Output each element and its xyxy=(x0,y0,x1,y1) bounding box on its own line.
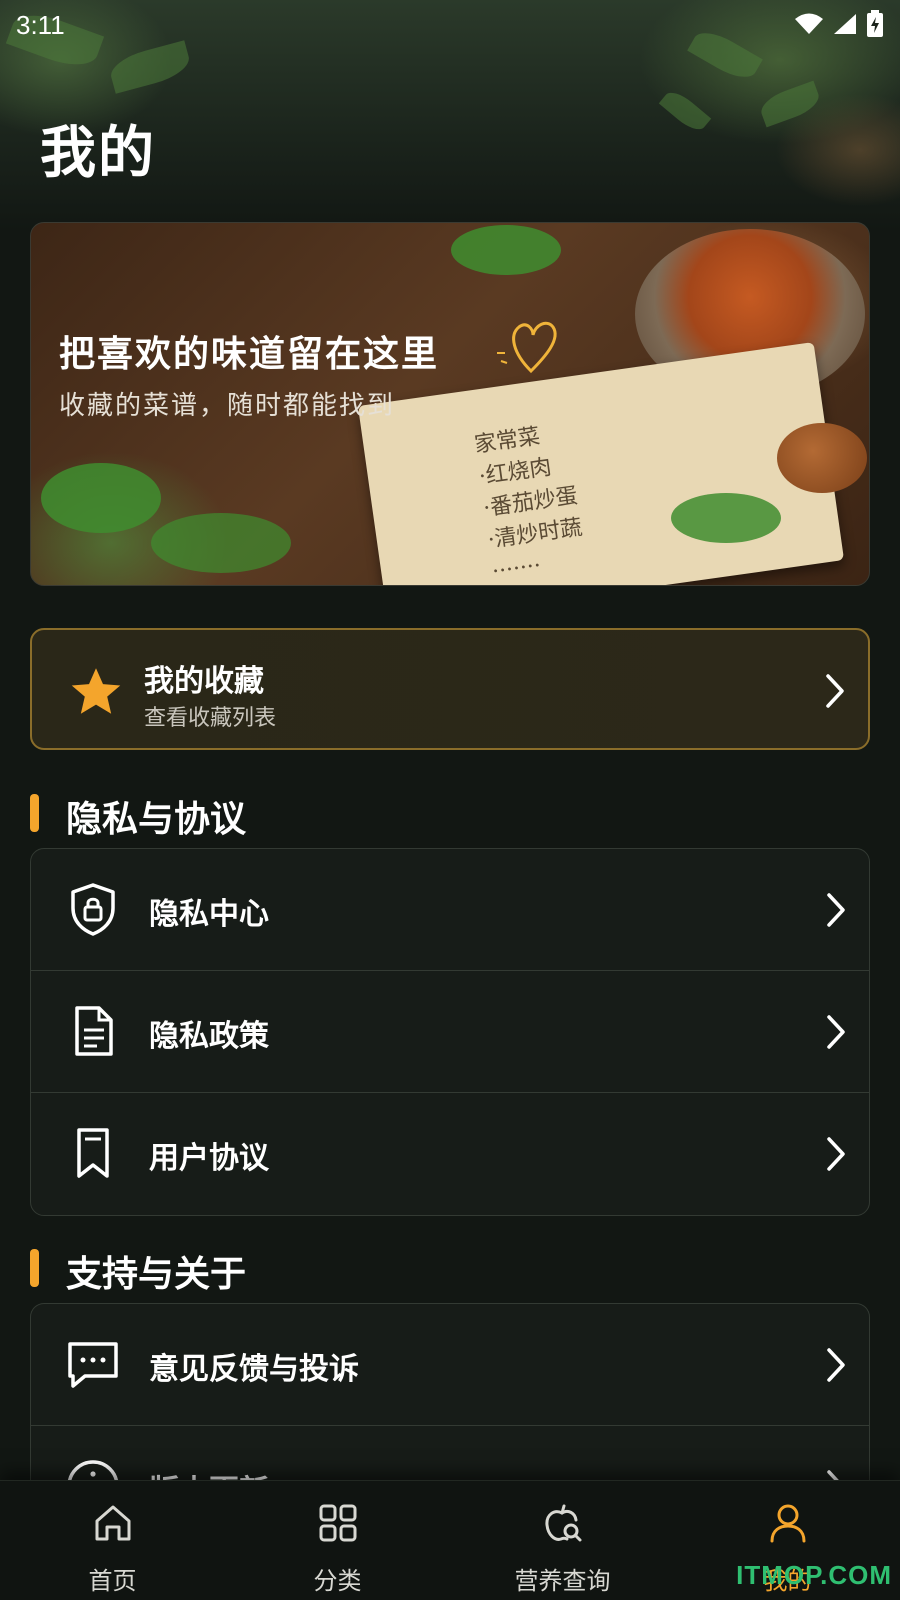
favorites-subtitle: 查看收藏列表 xyxy=(144,706,277,731)
battery-icon xyxy=(867,10,883,37)
list-item-feedback[interactable]: 意见反馈与投诉 xyxy=(31,1304,869,1426)
banner-title: 把喜欢的味道留在这里 xyxy=(59,334,440,375)
list-item-label: 版本更新 xyxy=(149,1466,269,1480)
shield-lock-icon xyxy=(71,883,115,936)
status-time: 3:11 xyxy=(16,10,65,40)
privacy-list-card: 隐私中心 隐私政策 用户协议 xyxy=(30,848,870,1216)
chat-bubble-icon xyxy=(68,1342,118,1388)
nav-label: 营养查询 xyxy=(514,1567,611,1595)
star-icon xyxy=(71,668,121,714)
wooden-spoon-illustration xyxy=(777,423,867,493)
nav-tab-home[interactable]: 首页 xyxy=(0,1481,225,1600)
document-icon xyxy=(75,1006,113,1056)
list-item-user-agreement[interactable]: 用户协议 xyxy=(31,1093,869,1215)
recipe-notebook-illustration: 家常菜 ·红烧肉 ·番茄炒蛋 ·清炒时蔬 ······· xyxy=(357,342,845,585)
nav-label: 分类 xyxy=(313,1567,362,1595)
section-title: 隐私与协议 xyxy=(66,799,247,840)
chevron-right-icon xyxy=(827,1348,845,1382)
page-title: 我的 xyxy=(40,121,156,186)
wifi-icon xyxy=(795,13,823,34)
chevron-right-icon xyxy=(827,1470,839,1480)
support-list-card: 意见反馈与投诉 版本更新 xyxy=(30,1303,870,1480)
section-accent-bar xyxy=(30,1249,39,1287)
chevron-right-icon xyxy=(827,1137,845,1171)
list-item-privacy-center[interactable]: 隐私中心 xyxy=(31,849,869,971)
section-accent-bar xyxy=(30,794,39,832)
list-item-version-update[interactable]: 版本更新 xyxy=(31,1426,869,1480)
signal-icon xyxy=(834,14,856,34)
chevron-right-icon xyxy=(827,1015,845,1049)
home-icon xyxy=(95,1505,130,1541)
nav-tab-category[interactable]: 分类 xyxy=(225,1481,450,1600)
watermark-text: ITMOP.COM xyxy=(736,1560,892,1590)
list-item-label: 意见反馈与投诉 xyxy=(149,1352,359,1387)
list-item-label: 用户协议 xyxy=(149,1141,269,1176)
bookmark-icon xyxy=(77,1128,109,1178)
chevron-right-icon xyxy=(826,674,844,708)
list-item-label: 隐私政策 xyxy=(149,1019,269,1054)
list-item-privacy-policy[interactable]: 隐私政策 xyxy=(31,971,869,1093)
list-item-label: 隐私中心 xyxy=(149,897,269,932)
section-title: 支持与关于 xyxy=(66,1254,247,1295)
my-favorites-card[interactable]: 我的收藏 查看收藏列表 xyxy=(30,628,870,750)
status-bar: 3:11 xyxy=(0,0,900,50)
heart-doodle-icon xyxy=(497,321,557,374)
info-icon xyxy=(67,1460,119,1480)
nav-label: 首页 xyxy=(88,1567,137,1595)
favorites-banner: 家常菜 ·红烧肉 ·番茄炒蛋 ·清炒时蔬 ······· 把喜欢的味道留在这里 … xyxy=(30,222,870,586)
person-icon xyxy=(770,1504,805,1543)
banner-subtitle: 收藏的菜谱，随时都能找到 xyxy=(59,391,396,421)
apple-search-icon xyxy=(544,1504,581,1542)
nav-tab-nutrition[interactable]: 营养查询 xyxy=(450,1481,675,1600)
favorites-title: 我的收藏 xyxy=(144,664,264,699)
chevron-right-icon xyxy=(827,893,845,927)
grid-icon xyxy=(319,1504,356,1542)
